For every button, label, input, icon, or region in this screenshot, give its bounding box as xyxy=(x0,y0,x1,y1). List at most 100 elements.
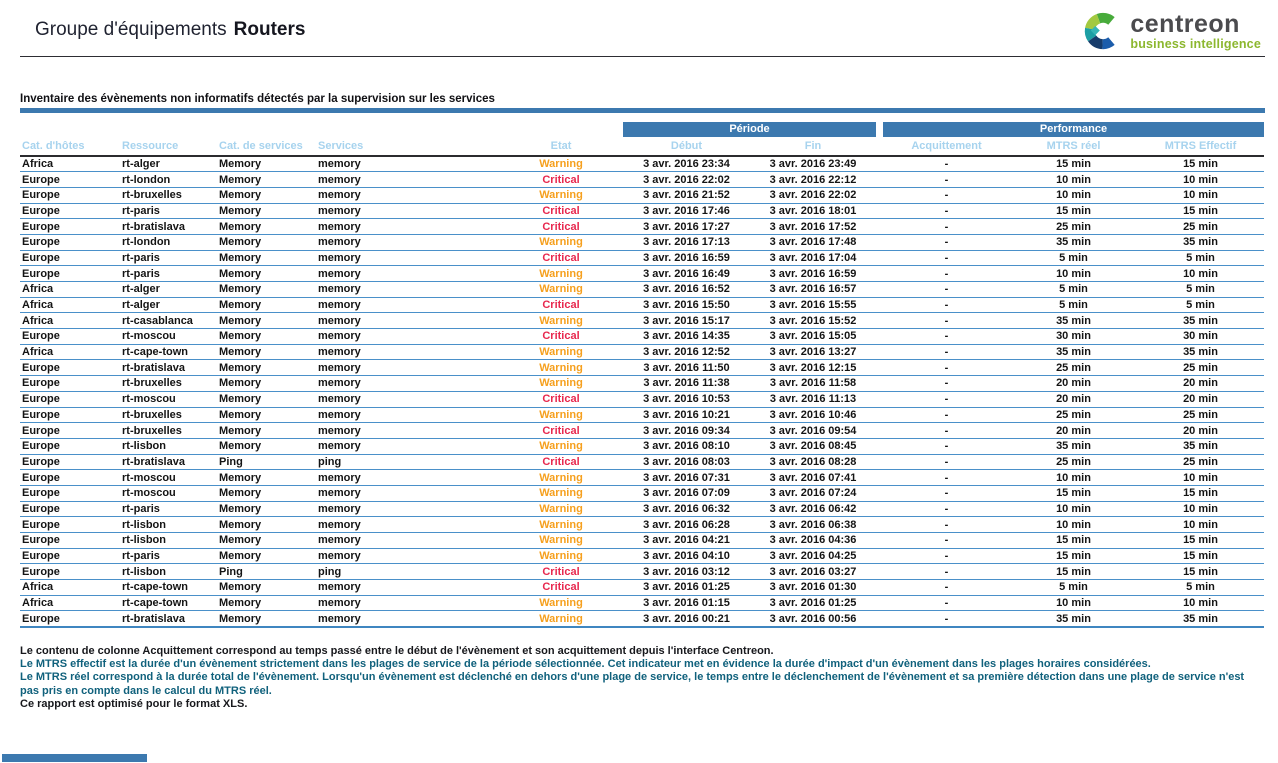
cell-end: 3 avr. 2016 04:25 xyxy=(750,548,876,564)
table-row: Africart-cape-townMemorymemoryWarning3 a… xyxy=(20,344,1264,360)
column-gap xyxy=(876,219,883,235)
cell-end: 3 avr. 2016 03:27 xyxy=(750,564,876,580)
cell-service: memory xyxy=(316,580,499,596)
column-gap xyxy=(876,329,883,345)
column-gap xyxy=(876,234,883,250)
column-header-end: Fin xyxy=(750,137,876,156)
section-title: Inventaire des évènements non informatif… xyxy=(20,93,1265,105)
column-header-service: Services xyxy=(316,137,499,156)
cell-service-category: Memory xyxy=(217,234,316,250)
cell-state: Warning xyxy=(499,156,623,172)
cell-start: 3 avr. 2016 06:32 xyxy=(623,501,750,517)
cell-host-category: Europe xyxy=(20,407,120,423)
cell-resource: rt-london xyxy=(120,234,217,250)
table-row: Europert-lisbonMemorymemoryWarning3 avr.… xyxy=(20,533,1264,549)
cell-state: Warning xyxy=(499,548,623,564)
cell-resource: rt-cape-town xyxy=(120,344,217,360)
cell-host-category: Europe xyxy=(20,423,120,439)
cell-end: 3 avr. 2016 18:01 xyxy=(750,203,876,219)
cell-service-category: Memory xyxy=(217,172,316,188)
cell-mtrs-real: 10 min xyxy=(1010,595,1137,611)
table-row: Europert-parisMemorymemoryCritical3 avr.… xyxy=(20,203,1264,219)
cell-service-category: Memory xyxy=(217,344,316,360)
cell-host-category: Africa xyxy=(20,344,120,360)
cell-mtrs-effective: 15 min xyxy=(1137,533,1264,549)
cell-end: 3 avr. 2016 09:54 xyxy=(750,423,876,439)
cell-mtrs-real: 20 min xyxy=(1010,391,1137,407)
cell-mtrs-real: 15 min xyxy=(1010,203,1137,219)
cell-service: ping xyxy=(316,564,499,580)
cell-host-category: Europe xyxy=(20,564,120,580)
cell-mtrs-real: 10 min xyxy=(1010,187,1137,203)
cell-state: Warning xyxy=(499,485,623,501)
column-gap xyxy=(876,438,883,454)
cell-mtrs-effective: 10 min xyxy=(1137,470,1264,486)
page-title-prefix: Groupe d'équipements xyxy=(35,19,227,40)
table-row: Europert-londonMemorymemoryCritical3 avr… xyxy=(20,172,1264,188)
cell-service: memory xyxy=(316,313,499,329)
table-row: Europert-parisMemorymemoryWarning3 avr. … xyxy=(20,548,1264,564)
cell-resource: rt-paris xyxy=(120,250,217,266)
table-row: Europert-londonMemorymemoryWarning3 avr.… xyxy=(20,234,1264,250)
cell-mtrs-effective: 15 min xyxy=(1137,156,1264,172)
cell-end: 3 avr. 2016 06:38 xyxy=(750,517,876,533)
cell-resource: rt-moscou xyxy=(120,470,217,486)
cell-mtrs-real: 15 min xyxy=(1010,533,1137,549)
table-row: Europert-bratislavaMemorymemoryWarning3 … xyxy=(20,611,1264,627)
cell-mtrs-real: 10 min xyxy=(1010,501,1137,517)
events-table: Cat. d'hôtesRessourceCat. de servicesSer… xyxy=(20,137,1264,628)
table-row: Africart-cape-townMemorymemoryCritical3 … xyxy=(20,580,1264,596)
cell-resource: rt-bratislava xyxy=(120,454,217,470)
cell-host-category: Europe xyxy=(20,533,120,549)
cell-host-category: Europe xyxy=(20,234,120,250)
cell-mtrs-real: 5 min xyxy=(1010,282,1137,298)
cell-start: 3 avr. 2016 04:10 xyxy=(623,548,750,564)
cell-mtrs-effective: 10 min xyxy=(1137,266,1264,282)
table-row: Europert-lisbonPingpingCritical3 avr. 20… xyxy=(20,564,1264,580)
cell-service: memory xyxy=(316,517,499,533)
cell-resource: rt-moscou xyxy=(120,485,217,501)
cell-host-category: Europe xyxy=(20,485,120,501)
cell-acknowledgement: - xyxy=(883,423,1010,439)
cell-mtrs-effective: 5 min xyxy=(1137,282,1264,298)
page-title: Groupe d'équipementsRouters xyxy=(20,10,305,41)
cell-service-category: Memory xyxy=(217,329,316,345)
table-row: Europert-lisbonMemorymemoryWarning3 avr.… xyxy=(20,517,1264,533)
cell-resource: rt-alger xyxy=(120,156,217,172)
cell-service: memory xyxy=(316,501,499,517)
column-header-acknowledgement: Acquittement xyxy=(883,137,1010,156)
cell-service: memory xyxy=(316,172,499,188)
cell-service-category: Memory xyxy=(217,407,316,423)
cell-end: 3 avr. 2016 08:45 xyxy=(750,438,876,454)
table-row: Europert-bratislavaMemorymemoryWarning3 … xyxy=(20,360,1264,376)
cell-mtrs-real: 20 min xyxy=(1010,423,1137,439)
cell-mtrs-real: 15 min xyxy=(1010,564,1137,580)
column-gap xyxy=(876,187,883,203)
cell-end: 3 avr. 2016 01:30 xyxy=(750,580,876,596)
cell-service: memory xyxy=(316,391,499,407)
column-gap xyxy=(876,595,883,611)
table-row: Europert-parisMemorymemoryWarning3 avr. … xyxy=(20,501,1264,517)
cell-mtrs-real: 10 min xyxy=(1010,172,1137,188)
cell-service-category: Memory xyxy=(217,548,316,564)
cell-state: Warning xyxy=(499,282,623,298)
logo-text: centreon business intelligence xyxy=(1130,12,1261,51)
cell-end: 3 avr. 2016 17:04 xyxy=(750,250,876,266)
column-header-start: Début xyxy=(623,137,750,156)
cell-service-category: Memory xyxy=(217,203,316,219)
cell-resource: rt-london xyxy=(120,172,217,188)
cell-host-category: Europe xyxy=(20,611,120,627)
column-header-mtrs-effective: MTRS Effectif xyxy=(1137,137,1264,156)
cell-end: 3 avr. 2016 17:52 xyxy=(750,219,876,235)
cell-service-category: Ping xyxy=(217,454,316,470)
centreon-logo: centreon business intelligence xyxy=(1083,10,1265,52)
column-gap xyxy=(876,470,883,486)
cell-host-category: Africa xyxy=(20,580,120,596)
cell-end: 3 avr. 2016 17:48 xyxy=(750,234,876,250)
cell-end: 3 avr. 2016 13:27 xyxy=(750,344,876,360)
cell-service-category: Memory xyxy=(217,611,316,627)
cell-state: Critical xyxy=(499,564,623,580)
cell-host-category: Europe xyxy=(20,517,120,533)
table-row: Europert-parisMemorymemoryWarning3 avr. … xyxy=(20,266,1264,282)
cell-state: Warning xyxy=(499,313,623,329)
